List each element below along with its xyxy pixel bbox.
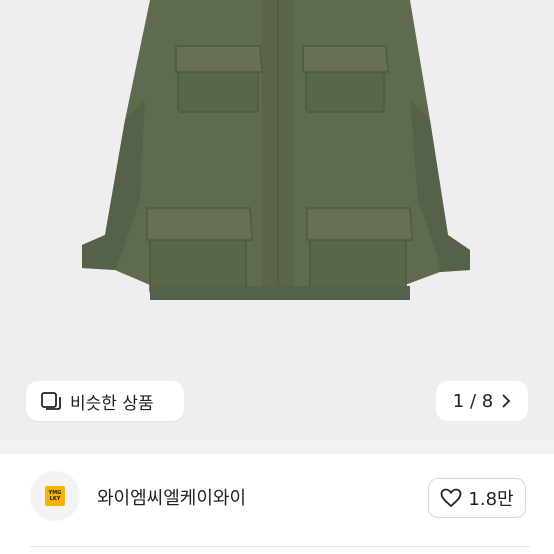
seller-name[interactable]: 와이엠씨엘케이와이	[97, 484, 246, 510]
like-button[interactable]: 1.8만	[428, 478, 526, 518]
similar-items-label: 비슷한 상품	[70, 393, 154, 414]
page-indicator[interactable]: 1 / 8	[436, 381, 528, 421]
like-count: 1.8만	[468, 489, 514, 510]
similar-items-button[interactable]: 비슷한 상품	[26, 381, 184, 421]
jacket-photo	[82, 0, 470, 300]
seller-row[interactable]: YMG LKY 와이엠씨엘케이와이 1.8만	[0, 454, 554, 542]
heart-icon	[441, 488, 462, 508]
similar-items-icon	[41, 392, 61, 410]
seller-avatar[interactable]: YMG LKY	[30, 471, 80, 521]
section-divider	[0, 441, 554, 454]
bottom-divider	[30, 546, 530, 547]
logo-text-bottom: LKY	[49, 496, 61, 502]
page-indicator-text: 1 / 8	[452, 390, 494, 412]
product-image[interactable]: 비슷한 상품 1 / 8	[0, 0, 554, 441]
chevron-right-icon	[502, 394, 511, 408]
seller-logo: YMG LKY	[45, 486, 65, 506]
